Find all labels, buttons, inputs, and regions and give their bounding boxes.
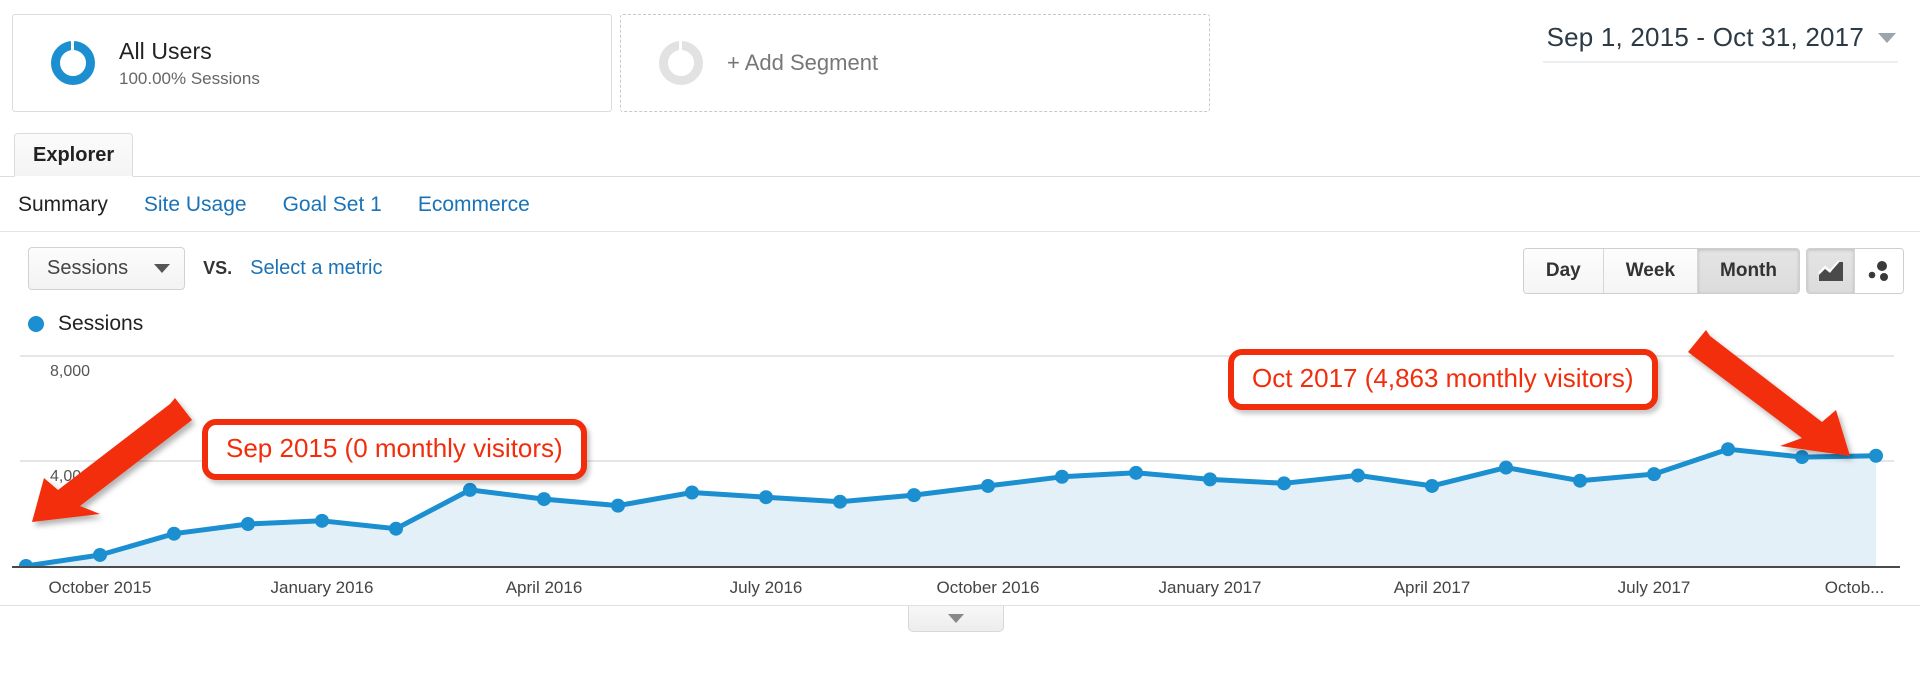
- x-axis-tick: October 2016: [936, 578, 1040, 597]
- motion-chart-icon[interactable]: [1855, 249, 1903, 293]
- subtab-bar: Summary Site Usage Goal Set 1 Ecommerce: [0, 177, 1920, 232]
- x-axis-tick: January 2017: [1158, 578, 1262, 597]
- chevron-down-icon: [1878, 32, 1896, 43]
- granularity-month[interactable]: Month: [1698, 249, 1799, 293]
- metric-select-value: Sessions: [47, 256, 129, 279]
- chart-type-toggle: [1806, 248, 1904, 294]
- tab-explorer[interactable]: Explorer: [14, 133, 134, 177]
- annotation-end: Oct 2017 (4,863 monthly visitors): [1228, 349, 1658, 410]
- segment-card-all-users[interactable]: All Users 100.00% Sessions: [12, 14, 612, 112]
- subtab-goal-set-1[interactable]: Goal Set 1: [283, 193, 382, 217]
- donut-outline-icon: [659, 40, 703, 85]
- caret-down-icon: [154, 263, 171, 273]
- date-range-value: Sep 1, 2015 - Oct 31, 2017: [1546, 22, 1864, 52]
- metric-row: Sessions VS. Select a metric Day Week Mo…: [0, 232, 1920, 304]
- chart-legend: Sessions: [0, 304, 1920, 346]
- chevron-down-icon: [948, 614, 964, 623]
- granularity-toggle: Day Week Month: [1522, 248, 1800, 294]
- y-axis-tick-8000: 8,000: [50, 363, 91, 380]
- segment-subtitle: 100.00% Sessions: [119, 69, 260, 89]
- granularity-day[interactable]: Day: [1523, 249, 1604, 293]
- x-axis-tick: Octob...: [1824, 578, 1885, 597]
- x-axis-tick: April 2016: [505, 578, 583, 597]
- line-chart-icon[interactable]: [1807, 249, 1855, 293]
- chart-expander-button[interactable]: [908, 606, 1004, 632]
- metric-select[interactable]: Sessions: [28, 246, 186, 290]
- subtab-ecommerce[interactable]: Ecommerce: [418, 193, 530, 217]
- add-segment-button[interactable]: + Add Segment: [620, 14, 1210, 112]
- donut-icon: [51, 40, 95, 85]
- x-axis-tick: July 2017: [1617, 578, 1691, 597]
- granularity-week[interactable]: Week: [1603, 249, 1699, 293]
- x-axis-tick: April 2017: [1393, 578, 1471, 597]
- x-axis: October 2015 January 2016 April 2016 July 2…: [12, 566, 1900, 632]
- subtab-site-usage[interactable]: Site Usage: [144, 193, 247, 217]
- legend-label: Sessions: [58, 312, 144, 335]
- tab-strip: Explorer: [0, 131, 1920, 177]
- x-axis-tick: July 2016: [729, 578, 803, 597]
- legend-color-swatch: [28, 316, 44, 332]
- segment-bar: All Users 100.00% Sessions + Add Segment…: [0, 0, 1920, 125]
- y-axis-tick-4000: 4,000: [50, 468, 91, 485]
- segment-title: All Users: [119, 37, 212, 64]
- bottom-divider: [0, 605, 1920, 606]
- add-segment-label: + Add Segment: [727, 50, 879, 75]
- select-a-metric-link[interactable]: Select a metric: [250, 257, 382, 280]
- subtab-summary[interactable]: Summary: [18, 193, 108, 217]
- x-axis-tick: October 2015: [48, 578, 152, 597]
- vs-label: VS.: [203, 257, 233, 278]
- date-range-picker[interactable]: Sep 1, 2015 - Oct 31, 2017: [1542, 20, 1898, 63]
- annotation-start: Sep 2015 (0 monthly visitors): [202, 419, 587, 480]
- segment-text: All Users 100.00% Sessions: [119, 37, 260, 90]
- x-axis-tick: January 2016: [270, 578, 374, 597]
